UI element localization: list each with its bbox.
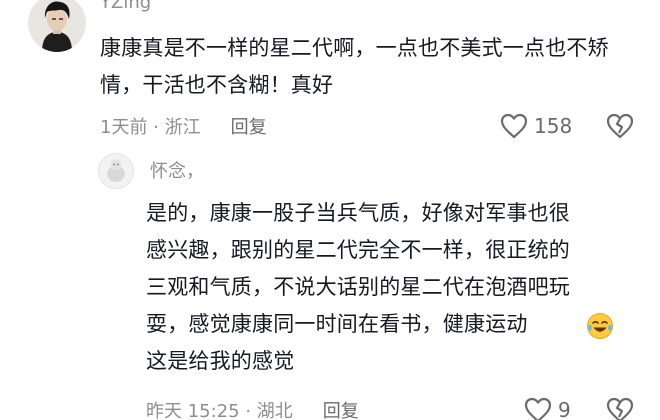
- text-line: 这是给我的感觉: [146, 349, 295, 373]
- avatar[interactable]: [28, 0, 86, 52]
- like-button[interactable]: 9: [524, 395, 571, 420]
- comment-meta: 1天前 · 浙江 回复 158: [100, 111, 660, 141]
- reply-button[interactable]: 回复: [231, 113, 267, 139]
- time-location: 1天前 · 浙江: [100, 117, 201, 138]
- reply-meta: 昨天 15:25 · 湖北 回复 9: [146, 395, 660, 420]
- reply-button[interactable]: 回复: [323, 397, 359, 420]
- text-line: 耍，感觉康康同一时间在看书，健康运动: [146, 312, 528, 336]
- dislike-button[interactable]: [606, 395, 634, 420]
- laughing-crying-emoji-icon: [587, 313, 613, 339]
- broken-heart-icon: [606, 113, 634, 139]
- like-count: 158: [534, 114, 573, 138]
- reply-text: 是的，康康一股子当兵气质，好像对军事也很 感兴趣，跟别的星二代完全不一样，很正统…: [146, 195, 626, 380]
- broken-heart-icon: [606, 397, 634, 420]
- dislike-button[interactable]: [606, 111, 634, 141]
- heart-icon: [500, 113, 528, 139]
- text-line: 三观和气质，不说大话别的星二代在泡酒吧玩: [146, 275, 570, 299]
- text-line: 感兴趣，跟别的星二代完全不一样，很正统的: [146, 238, 570, 262]
- like-count: 9: [558, 398, 571, 420]
- comment-thread: YZing 康康真是不一样的星二代啊，一点也不美式一点也不矫情，干活也不含糊！真…: [0, 0, 660, 420]
- avatar[interactable]: [98, 153, 134, 189]
- heart-icon: [524, 397, 552, 420]
- comment-text: 康康真是不一样的星二代啊，一点也不美式一点也不矫情，干活也不含糊！真好: [100, 36, 609, 97]
- time-location: 昨天 15:25 · 湖北: [146, 401, 293, 420]
- username[interactable]: 怀念，: [150, 161, 204, 183]
- username[interactable]: YZing: [100, 0, 151, 14]
- text-line: 是的，康康一股子当兵气质，好像对军事也很: [146, 201, 570, 225]
- like-button[interactable]: 158: [500, 111, 572, 141]
